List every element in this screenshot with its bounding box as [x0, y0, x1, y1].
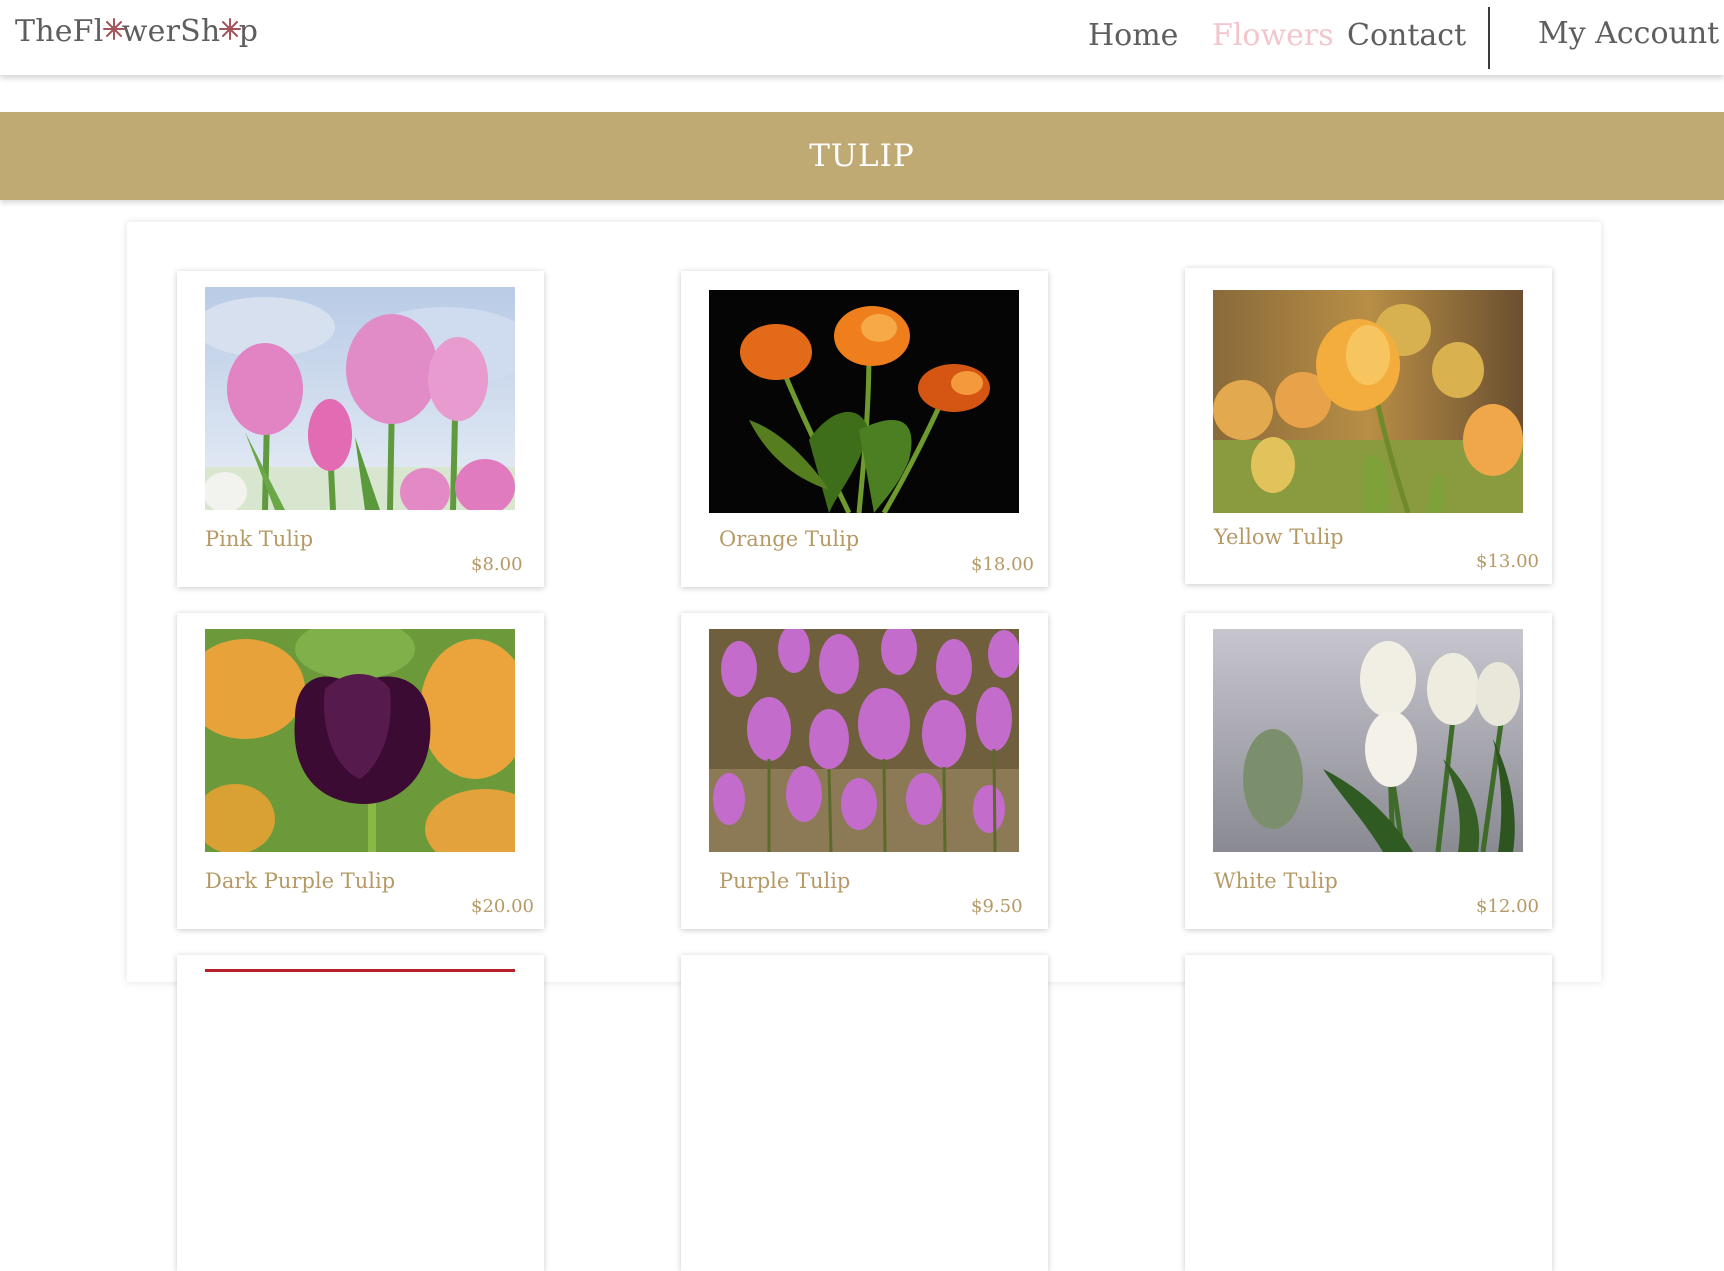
product-card-pink-tulip[interactable]: Pink Tulip $8.00 — [177, 271, 544, 587]
dark-purple-tulip-image — [205, 629, 515, 852]
product-name[interactable]: Yellow Tulip — [1214, 525, 1344, 549]
product-price: $13.00 — [1476, 551, 1539, 572]
product-price: $9.50 — [971, 896, 1023, 917]
nav-flowers[interactable]: Flowers — [1212, 18, 1334, 53]
flower-icon: o — [219, 14, 242, 49]
product-name[interactable]: White Tulip — [1214, 869, 1338, 893]
site-logo[interactable]: TheFlowerShop — [15, 14, 258, 49]
product-card-dark-purple-tulip[interactable]: Dark Purple Tulip $20.00 — [177, 613, 544, 929]
product-price: $8.00 — [471, 554, 523, 575]
purple-tulip-image — [709, 629, 1019, 852]
orange-tulip-image — [709, 290, 1019, 513]
product-name[interactable]: Dark Purple Tulip — [205, 869, 395, 893]
product-name[interactable]: Purple Tulip — [719, 869, 850, 893]
product-card-purple-tulip[interactable]: Purple Tulip $9.50 — [681, 613, 1048, 929]
product-card-orange-tulip[interactable]: Orange Tulip $18.00 — [681, 271, 1048, 587]
category-title: TULIP — [809, 138, 915, 174]
white-tulip-image — [1213, 629, 1523, 852]
top-navbar: TheFlowerShop Home Flowers Contact My Ac… — [0, 0, 1724, 75]
flower-icon: o — [102, 14, 125, 49]
product-price: $12.00 — [1476, 896, 1539, 917]
product-card-yellow-tulip[interactable]: Yellow Tulip $13.00 — [1185, 268, 1552, 584]
nav-contact[interactable]: Contact — [1347, 18, 1466, 53]
nav-my-account[interactable]: My Account — [1538, 16, 1719, 51]
pink-tulip-image — [205, 287, 515, 510]
product-card-partial[interactable] — [177, 955, 544, 1271]
product-card-partial[interactable] — [681, 955, 1048, 1271]
yellow-tulip-image — [1213, 290, 1523, 513]
category-banner: TULIP — [0, 112, 1724, 200]
product-card-white-tulip[interactable]: White Tulip $12.00 — [1185, 613, 1552, 929]
nav-home[interactable]: Home — [1088, 18, 1178, 53]
product-name[interactable]: Orange Tulip — [719, 527, 859, 551]
logo-text-part: TheFl — [15, 14, 104, 49]
product-price: $20.00 — [471, 896, 534, 917]
product-card-partial[interactable] — [1185, 955, 1552, 1271]
product-name[interactable]: Pink Tulip — [205, 527, 313, 551]
logo-text-part: p — [238, 14, 259, 49]
logo-text-part: werSh — [121, 14, 221, 49]
product-price: $18.00 — [971, 554, 1034, 575]
nav-divider — [1488, 7, 1490, 69]
